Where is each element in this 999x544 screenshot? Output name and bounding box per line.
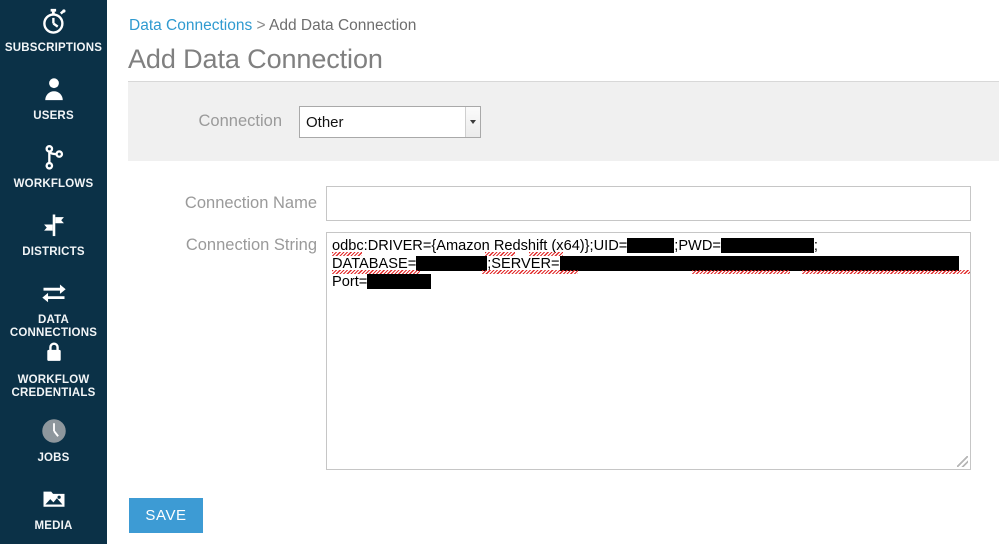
connection-string-value: odbc:DRIVER={Amazon Redshift (x64)};UID=… [332,237,970,291]
redacted-value [627,238,675,253]
sidebar-item-label: DISTRICTS [22,246,85,258]
stopwatch-icon [0,6,107,40]
save-button[interactable]: SAVE [129,498,203,533]
breadcrumb-link-data-connections[interactable]: Data Connections [129,17,252,34]
sidebar-item-workflows[interactable]: WORKFLOWS [0,142,107,191]
connection-string-text: ; [813,238,818,254]
sidebar-item-label: USERS [33,110,74,122]
sidebar-item-label: WORKFLOW CREDENTIALS [11,374,96,399]
clock-icon [0,416,107,450]
connection-select[interactable]: Other [299,106,481,138]
connection-string-textarea[interactable]: odbc:DRIVER={Amazon Redshift (x64)};UID=… [326,232,971,470]
sidebar-item-users[interactable]: USERS [0,74,107,123]
breadcrumb-separator: > [256,17,266,34]
sidebar-item-label: JOBS [37,452,70,464]
sidebar-item-districts[interactable]: DISTRICTS [0,210,107,259]
connection-string-text: odbc:DRIVER={Amazon Redshift (x64)};UID= [332,238,628,254]
textarea-resize-handle[interactable] [957,456,968,467]
sidebar-item-label: WORKFLOWS [13,178,94,190]
signpost-icon [0,210,107,244]
connection-string-line: odbc:DRIVER={Amazon Redshift (x64)};UID=… [332,237,968,256]
sidebar-item-jobs[interactable]: JOBS [0,416,107,465]
exchange-arrows-icon [0,278,107,312]
connection-string-text: Port= [332,274,368,290]
sidebar-item-label: DATA CONNECTIONS [9,314,98,339]
connection-label: Connection [198,112,282,130]
page-title: Add Data Connection [128,44,383,74]
breadcrumb-current: Add Data Connection [269,17,417,34]
sidebar-item-subscriptions[interactable]: SUBSCRIPTIONS [0,6,107,55]
redacted-value [416,256,488,271]
sidebar-item-media[interactable]: MEDIA [0,484,107,533]
sidebar-item-workflow-credentials[interactable]: WORKFLOW CREDENTIALS [0,338,107,400]
sidebar: SUBSCRIPTIONS USERS WORKFLOWS DISTRICTS … [0,0,107,544]
breadcrumb: Data Connections > Add Data Connection [129,17,416,35]
redacted-value [367,274,432,289]
redacted-value [720,238,814,253]
connection-string-line: DATABASE= ;SERVER= [332,255,970,274]
connection-type-panel: Connection Other [128,81,999,161]
user-icon [0,74,107,108]
sidebar-item-label: MEDIA [34,520,73,532]
workflow-branch-icon [0,142,107,176]
connection-name-input[interactable] [326,186,971,221]
main-content: Data Connections > Add Data Connection A… [107,0,999,544]
redacted-value [559,256,959,271]
connection-string-line: Port= [332,273,968,291]
connection-string-text: ;PWD= [674,238,721,254]
connection-name-label: Connection Name [184,194,317,212]
connection-string-label: Connection String [185,236,317,254]
lock-icon [0,338,107,372]
sidebar-item-data-connections[interactable]: DATA CONNECTIONS [0,278,107,340]
media-image-icon [0,484,107,518]
sidebar-item-label: SUBSCRIPTIONS [4,42,103,54]
